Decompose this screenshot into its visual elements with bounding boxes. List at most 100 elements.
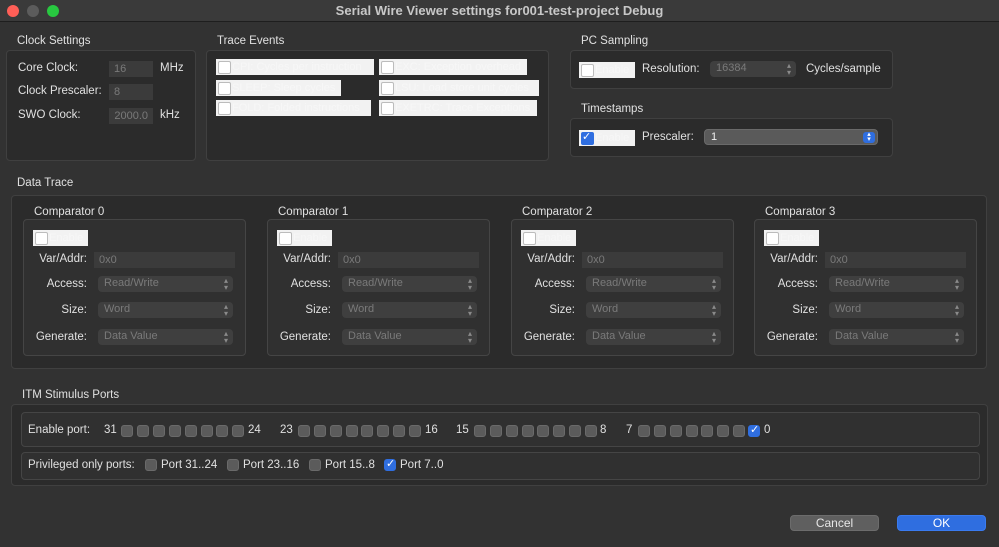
- comparator-0-access-select[interactable]: Read/Write ▴ ▾: [98, 276, 233, 292]
- timestamps-prescaler-label: Prescaler:: [642, 131, 694, 143]
- swo-clock-label: SWO Clock:: [18, 109, 81, 121]
- select-arrows-icon: ▴ ▾: [954, 302, 959, 318]
- exetrc-checkbox[interactable]: EXETRC: Trace Exceptions: [379, 100, 537, 116]
- timestamps-prescaler-select[interactable]: 1 ▴ ▾: [704, 129, 878, 145]
- comparator-0-size-label: Size:: [61, 304, 87, 316]
- window-title: Serial Wire Viewer settings for001-test-…: [335, 3, 664, 18]
- swo-clock-unit: kHz: [160, 109, 180, 121]
- port-31-checkbox[interactable]: [121, 425, 133, 437]
- port-12-checkbox[interactable]: [522, 425, 534, 437]
- comparator-2-size-select[interactable]: Word ▴ ▾: [586, 302, 721, 318]
- privileged-15-8-checkbox[interactable]: [309, 459, 321, 471]
- port-16-checkbox[interactable]: [409, 425, 421, 437]
- port-8-checkbox[interactable]: [585, 425, 597, 437]
- timestamps-enable-checkbox[interactable]: Enable: [579, 130, 635, 146]
- port-22-checkbox[interactable]: [314, 425, 326, 437]
- port-17-checkbox[interactable]: [393, 425, 405, 437]
- privileged-7-0-checkbox[interactable]: [384, 457, 396, 471]
- privileged-31-24-checkbox[interactable]: [145, 459, 157, 471]
- port-group-0-high: 31: [104, 424, 117, 436]
- port-3-checkbox[interactable]: [701, 425, 713, 437]
- comparator-3-size-label: Size:: [792, 304, 818, 316]
- comparator-3-generate-select[interactable]: Data Value ▴ ▾: [829, 329, 964, 345]
- port-15-checkbox[interactable]: [474, 425, 486, 437]
- comparator-1-var-addr-field[interactable]: 0x0: [338, 252, 479, 268]
- resolution-stepper[interactable]: 16384 ▴ ▾: [710, 61, 796, 77]
- port-6-checkbox[interactable]: [654, 425, 666, 437]
- comparator-2-size-value: Word: [592, 303, 619, 315]
- port-5-checkbox[interactable]: [670, 425, 682, 437]
- pc-sampling-enable-checkbox[interactable]: Enable: [579, 62, 635, 78]
- port-30-checkbox[interactable]: [137, 425, 149, 437]
- exc-checkbox[interactable]: EXC: Exception overhead: [379, 59, 527, 75]
- port-10-checkbox[interactable]: [553, 425, 565, 437]
- port-13-checkbox[interactable]: [506, 425, 518, 437]
- comparator-3-generate-value: Data Value: [835, 330, 889, 342]
- comparator-1-size-label: Size:: [305, 304, 331, 316]
- cancel-button[interactable]: Cancel: [790, 515, 879, 531]
- select-arrows-icon: ▴ ▾: [467, 329, 472, 345]
- ok-button[interactable]: OK: [897, 515, 986, 531]
- port-0-checkbox[interactable]: [748, 423, 760, 437]
- core-clock-field[interactable]: 16: [109, 61, 153, 77]
- trace-events-title: Trace Events: [217, 35, 285, 47]
- fold-checkbox[interactable]: FOLD: Folded instructions: [216, 100, 371, 116]
- timestamps-title: Timestamps: [581, 103, 644, 115]
- privileged-15-8-label: Port 15..8: [325, 459, 375, 471]
- port-group-1-low: 16: [425, 424, 438, 436]
- comparator-0-generate-select[interactable]: Data Value ▴ ▾: [98, 329, 233, 345]
- privileged-23-16-checkbox[interactable]: [227, 459, 239, 471]
- comparator-0-var-addr-field[interactable]: 0x0: [94, 252, 235, 268]
- lsu-checkbox[interactable]: LSU: Load store unit cycles: [379, 80, 539, 96]
- port-23-checkbox[interactable]: [298, 425, 310, 437]
- port-29-checkbox[interactable]: [153, 425, 165, 437]
- comparator-3-var-addr-field[interactable]: 0x0: [825, 252, 966, 268]
- port-24-checkbox[interactable]: [232, 425, 244, 437]
- port-18-checkbox[interactable]: [377, 425, 389, 437]
- port-14-checkbox[interactable]: [490, 425, 502, 437]
- comparator-1-generate-value: Data Value: [348, 330, 402, 342]
- comparator-3-var-addr-label: Var/Addr:: [770, 253, 818, 265]
- port-group-2-high: 15: [456, 424, 469, 436]
- comparator-3-enable-checkbox[interactable]: Enable: [764, 230, 819, 246]
- port-group-3-low: 0: [764, 424, 771, 436]
- cpi-checkbox[interactable]: CPI: Cycles per instruction: [216, 59, 374, 75]
- sleep-checkbox[interactable]: SLEEP: Sleep cycles: [216, 80, 341, 96]
- comparator-1-access-select[interactable]: Read/Write ▴ ▾: [342, 276, 477, 292]
- comparator-1-enable-checkbox[interactable]: Enable: [277, 230, 332, 246]
- comparator-1-generate-label: Generate:: [279, 331, 331, 343]
- comparator-2-access-select[interactable]: Read/Write ▴ ▾: [586, 276, 721, 292]
- port-28-checkbox[interactable]: [169, 425, 181, 437]
- privileged-31-24-label: Port 31..24: [161, 459, 218, 471]
- timestamps-prescaler-value: 1: [711, 131, 718, 143]
- comparator-2-var-addr-field[interactable]: 0x0: [582, 252, 723, 268]
- comparator-3-size-select[interactable]: Word ▴ ▾: [829, 302, 964, 318]
- port-11-checkbox[interactable]: [537, 425, 549, 437]
- swo-clock-field[interactable]: 2000.0: [109, 108, 153, 124]
- clock-prescaler-field[interactable]: 8: [109, 84, 153, 100]
- comparator-3-access-value: Read/Write: [835, 277, 890, 289]
- port-4-checkbox[interactable]: [686, 425, 698, 437]
- port-1-checkbox[interactable]: [733, 425, 745, 437]
- comparator-1-generate-select[interactable]: Data Value ▴ ▾: [342, 329, 477, 345]
- comparator-1-size-select[interactable]: Word ▴ ▾: [342, 302, 477, 318]
- comparator-2-generate-select[interactable]: Data Value ▴ ▾: [586, 329, 721, 345]
- enable-port-label: Enable port:: [28, 424, 91, 436]
- port-20-checkbox[interactable]: [346, 425, 358, 437]
- port-25-checkbox[interactable]: [216, 425, 228, 437]
- comparator-2-enable-checkbox[interactable]: Enable: [521, 230, 576, 246]
- comparator-0-size-select[interactable]: Word ▴ ▾: [98, 302, 233, 318]
- port-2-checkbox[interactable]: [717, 425, 729, 437]
- select-arrows-icon: ▴ ▾: [954, 276, 959, 292]
- port-21-checkbox[interactable]: [330, 425, 342, 437]
- port-9-checkbox[interactable]: [569, 425, 581, 437]
- port-group-0-low: 24: [248, 424, 261, 436]
- port-27-checkbox[interactable]: [185, 425, 197, 437]
- comparator-3-access-select[interactable]: Read/Write ▴ ▾: [829, 276, 964, 292]
- port-19-checkbox[interactable]: [361, 425, 373, 437]
- port-26-checkbox[interactable]: [201, 425, 213, 437]
- core-clock-unit: MHz: [160, 62, 184, 74]
- comparator-0-generate-label: Generate:: [35, 331, 87, 343]
- comparator-0-enable-checkbox[interactable]: Enable: [33, 230, 88, 246]
- port-7-checkbox[interactable]: [638, 425, 650, 437]
